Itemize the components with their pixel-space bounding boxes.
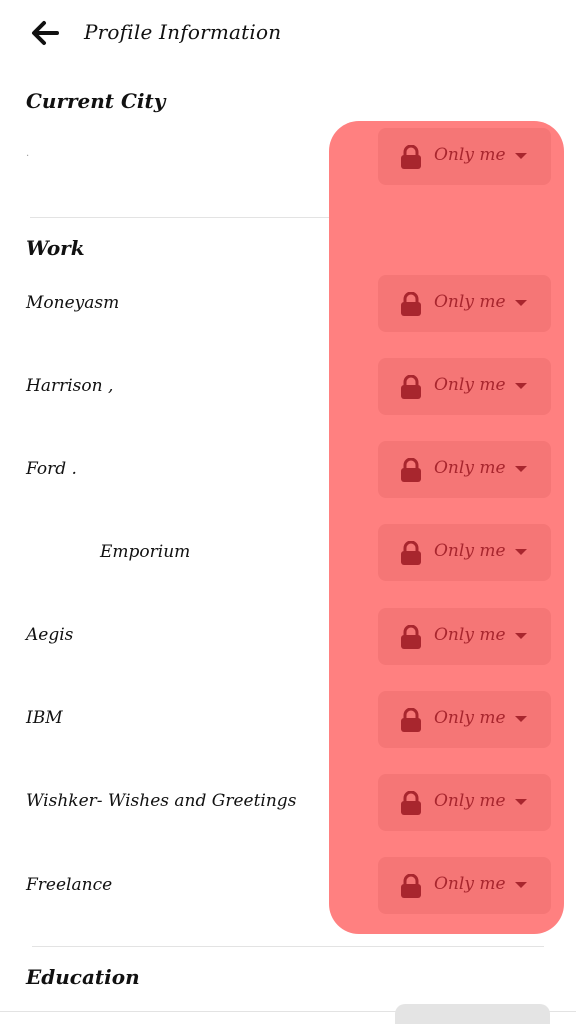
lock-icon — [401, 145, 421, 169]
caret-down-icon — [515, 882, 527, 888]
arrow-left-icon — [32, 21, 59, 45]
lock-icon — [401, 375, 421, 399]
work-item: Moneyasm — [26, 293, 120, 313]
back-button[interactable] — [30, 20, 60, 46]
education-privacy-button[interactable] — [395, 1004, 550, 1024]
divider — [32, 946, 544, 947]
caret-down-icon — [515, 799, 527, 805]
lock-icon — [401, 458, 421, 482]
lock-icon — [401, 791, 421, 815]
privacy-dropdown-work[interactable]: Only me — [378, 774, 551, 831]
privacy-label: Only me — [434, 375, 506, 395]
privacy-label: Only me — [434, 874, 506, 894]
lock-icon — [401, 874, 421, 898]
privacy-dropdown-current-city[interactable]: Only me — [378, 128, 551, 185]
lock-icon — [401, 541, 421, 565]
caret-down-icon — [515, 300, 527, 306]
page-title: Profile Information — [84, 20, 282, 44]
privacy-label: Only me — [434, 625, 506, 645]
privacy-label: Only me — [434, 791, 506, 811]
privacy-dropdown-work[interactable]: Only me — [378, 691, 551, 748]
privacy-label: Only me — [434, 458, 506, 478]
caret-down-icon — [515, 153, 527, 159]
header: Profile Information — [0, 0, 576, 66]
privacy-label: Only me — [434, 541, 506, 561]
privacy-dropdown-work[interactable]: Only me — [378, 358, 551, 415]
caret-down-icon — [515, 633, 527, 639]
section-title-education: Education — [26, 965, 140, 989]
privacy-dropdown-work[interactable]: Only me — [378, 275, 551, 332]
section-title-current-city: Current City — [26, 89, 166, 113]
work-item: Emporium — [100, 542, 191, 562]
privacy-label: Only me — [434, 708, 506, 728]
work-item: Ford . — [26, 459, 77, 479]
lock-icon — [401, 292, 421, 316]
work-item: Aegis — [26, 625, 74, 645]
current-city-value: . — [26, 148, 30, 159]
privacy-dropdown-work[interactable]: Only me — [378, 524, 551, 581]
caret-down-icon — [515, 466, 527, 472]
privacy-dropdown-work[interactable]: Only me — [378, 441, 551, 498]
work-item: IBM — [26, 708, 63, 728]
caret-down-icon — [515, 549, 527, 555]
work-item: Wishker- Wishes and Greetings — [26, 791, 297, 811]
section-title-work: Work — [26, 236, 85, 260]
caret-down-icon — [515, 716, 527, 722]
privacy-dropdown-work[interactable]: Only me — [378, 857, 551, 914]
privacy-label: Only me — [434, 145, 506, 165]
lock-icon — [401, 708, 421, 732]
work-item: Freelance — [26, 875, 113, 895]
caret-down-icon — [515, 383, 527, 389]
privacy-dropdown-work[interactable]: Only me — [378, 608, 551, 665]
privacy-label: Only me — [434, 292, 506, 312]
lock-icon — [401, 625, 421, 649]
work-item: Harrison , — [26, 376, 114, 396]
